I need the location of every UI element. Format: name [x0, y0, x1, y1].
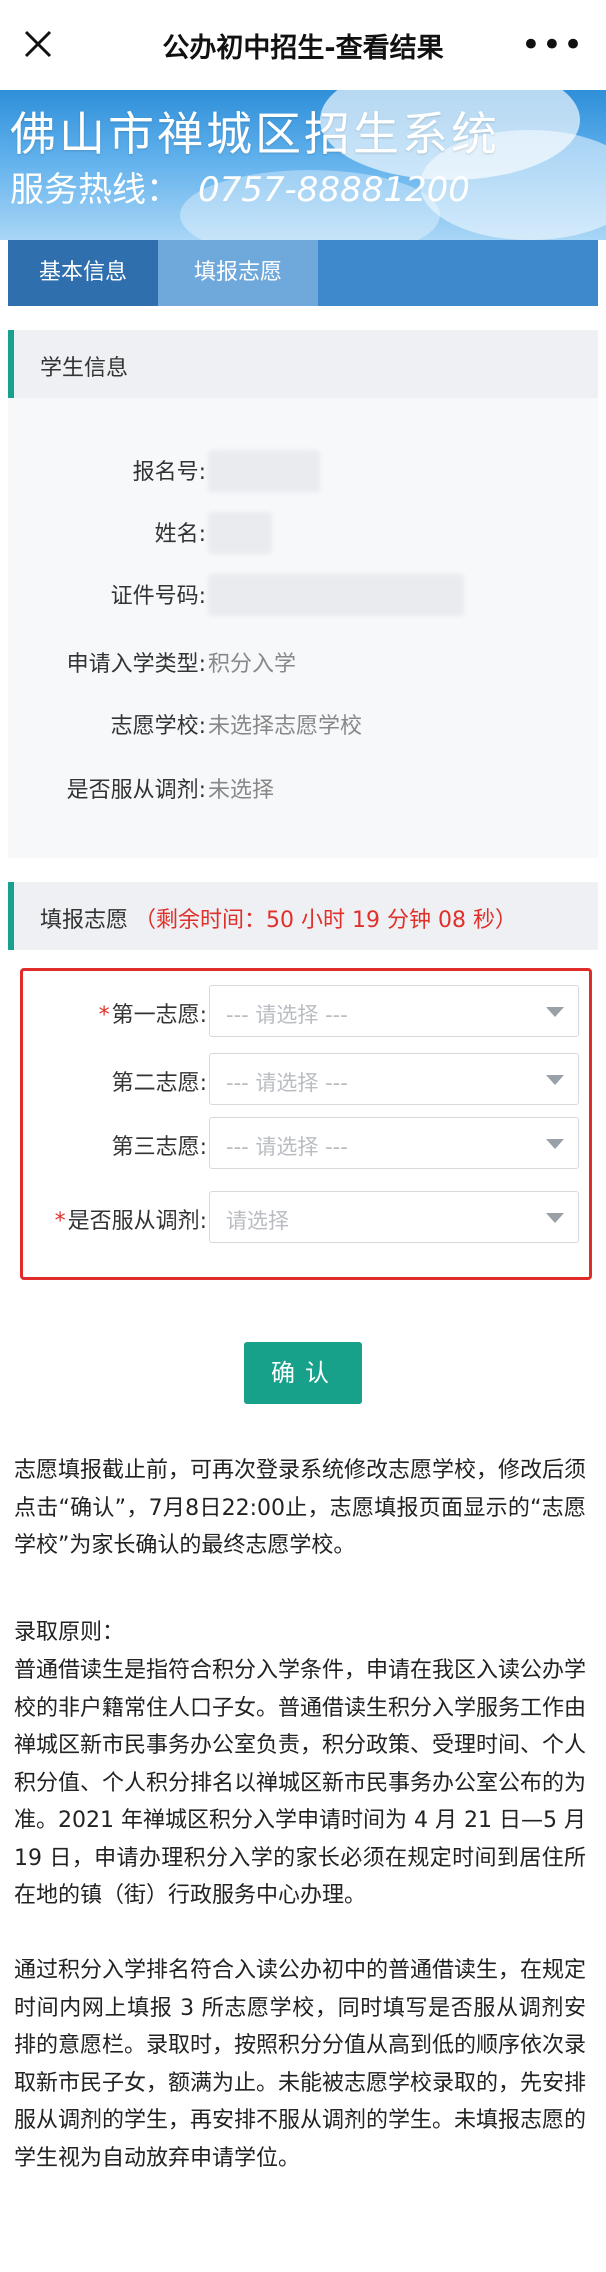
wish-form: *第一志愿: --- 请选择 --- 第二志愿: --- 请选择 --- 第三志… [20, 968, 592, 1280]
top-bar: 公办初中招生-查看结果 ••• [0, 0, 606, 90]
first-wish-select[interactable]: --- 请选择 --- [209, 985, 579, 1037]
field-label: 是否服从调剂: [66, 778, 206, 803]
field-value: 积分入学 [208, 652, 297, 677]
field-value: 未选择志愿学校 [208, 714, 363, 739]
field-label: 志愿学校: [110, 714, 206, 739]
second-wish-row: 第二志愿: --- 请选择 --- [23, 1053, 589, 1105]
third-wish-row: 第三志愿: --- 请选择 --- [23, 1117, 589, 1169]
field-label: 申请入学类型: [66, 652, 206, 677]
hotline-number: 0757-88881200 [198, 170, 470, 210]
student-info-panel: 报名号: 姓名: 证件号码: 申请入学类型: 积分入学 志愿学校: 未选择志愿学… [8, 398, 598, 858]
wish-form-title: 填报志愿 （剩余时间：50 小时 19 分钟 08 秒） [40, 902, 517, 934]
close-icon[interactable] [18, 24, 58, 64]
second-wish-label: 第二志愿: [110, 1065, 207, 1097]
first-wish-row: *第一志愿: --- 请选择 --- [23, 985, 589, 1037]
redaction-mask [208, 574, 464, 616]
adjustment-row: *是否服从调剂: 请选择 [23, 1191, 589, 1243]
field-label: 姓名: [154, 522, 206, 547]
countdown-timer: （剩余时间：50 小时 19 分钟 08 秒） [134, 908, 517, 933]
field-accept-adjustment: 是否服从调剂: 未选择 [8, 768, 598, 808]
label-text: 是否服从调剂: [67, 1209, 207, 1234]
chevron-down-icon [546, 1139, 564, 1149]
wish-form-heading: 填报志愿 （剩余时间：50 小时 19 分钟 08 秒） [8, 882, 598, 950]
principle-paragraph-2: 通过积分入学排名符合入读公办初中的普通借读生，在规定时间内网上填报 3 所志愿学… [14, 1958, 587, 2171]
tab-bar: 基本信息 填报志愿 [8, 240, 598, 306]
field-admission-type: 申请入学类型: 积分入学 [8, 642, 598, 682]
required-mark: * [98, 1003, 110, 1028]
more-icon[interactable]: ••• [521, 28, 584, 62]
student-info-title: 学生信息 [40, 356, 129, 381]
student-info-heading: 学生信息 [8, 330, 598, 398]
system-name: 佛山市禅城区招生系统 [10, 107, 500, 161]
select-placeholder: --- 请选择 --- [226, 1003, 348, 1027]
confirm-button[interactable]: 确认 [244, 1342, 362, 1404]
field-label: 报名号: [132, 460, 206, 485]
adjustment-label: *是否服从调剂: [55, 1203, 207, 1235]
first-wish-label: *第一志愿: [99, 997, 207, 1029]
label-text: 第三志愿: [111, 1135, 207, 1160]
hotline: 服务热线： 0757-88881200 [10, 162, 470, 211]
hotline-label: 服务热线： [10, 170, 180, 210]
adjustment-select[interactable]: 请选择 [209, 1191, 579, 1243]
redaction-mask [208, 512, 272, 554]
redaction-mask [208, 450, 320, 492]
chevron-down-icon [546, 1075, 564, 1085]
select-placeholder: 请选择 [226, 1209, 289, 1233]
chevron-down-icon [546, 1213, 564, 1223]
tab-basic-info[interactable]: 基本信息 [8, 240, 158, 306]
field-name: 姓名: [8, 512, 598, 554]
second-wish-select[interactable]: --- 请选择 --- [209, 1053, 579, 1105]
field-label: 证件号码: [110, 584, 206, 609]
field-id-number: 证件号码: [8, 574, 598, 616]
deadline-note: 志愿填报截止前，可再次登录系统修改志愿学校，修改后须点击“确认”，7月8日22:… [14, 1458, 587, 1558]
select-placeholder: --- 请选择 --- [226, 1135, 348, 1159]
field-registration-no: 报名号: [8, 450, 598, 492]
third-wish-select[interactable]: --- 请选择 --- [209, 1117, 579, 1169]
page-title: 公办初中招生-查看结果 [162, 32, 444, 64]
chevron-down-icon [546, 1007, 564, 1017]
field-value: 未选择 [208, 778, 275, 803]
principle-title: 录取原则： [14, 1620, 125, 1645]
select-placeholder: --- 请选择 --- [226, 1071, 348, 1095]
field-wish-school: 志愿学校: 未选择志愿学校 [8, 704, 598, 744]
label-text: 第二志愿: [111, 1071, 207, 1096]
tab-fill-wishes[interactable]: 填报志愿 [158, 240, 318, 306]
required-mark: * [54, 1209, 66, 1234]
principle-paragraph-1: 普通借读生是指符合积分入学条件，申请在我区入读公办学校的非户籍常住人口子女。普通… [14, 1658, 587, 1908]
wish-form-title-text: 填报志愿 [40, 908, 129, 933]
label-text: 第一志愿: [111, 1003, 207, 1028]
header-banner: 佛山市禅城区招生系统 服务热线： 0757-88881200 [0, 90, 606, 240]
third-wish-label: 第三志愿: [110, 1129, 207, 1161]
